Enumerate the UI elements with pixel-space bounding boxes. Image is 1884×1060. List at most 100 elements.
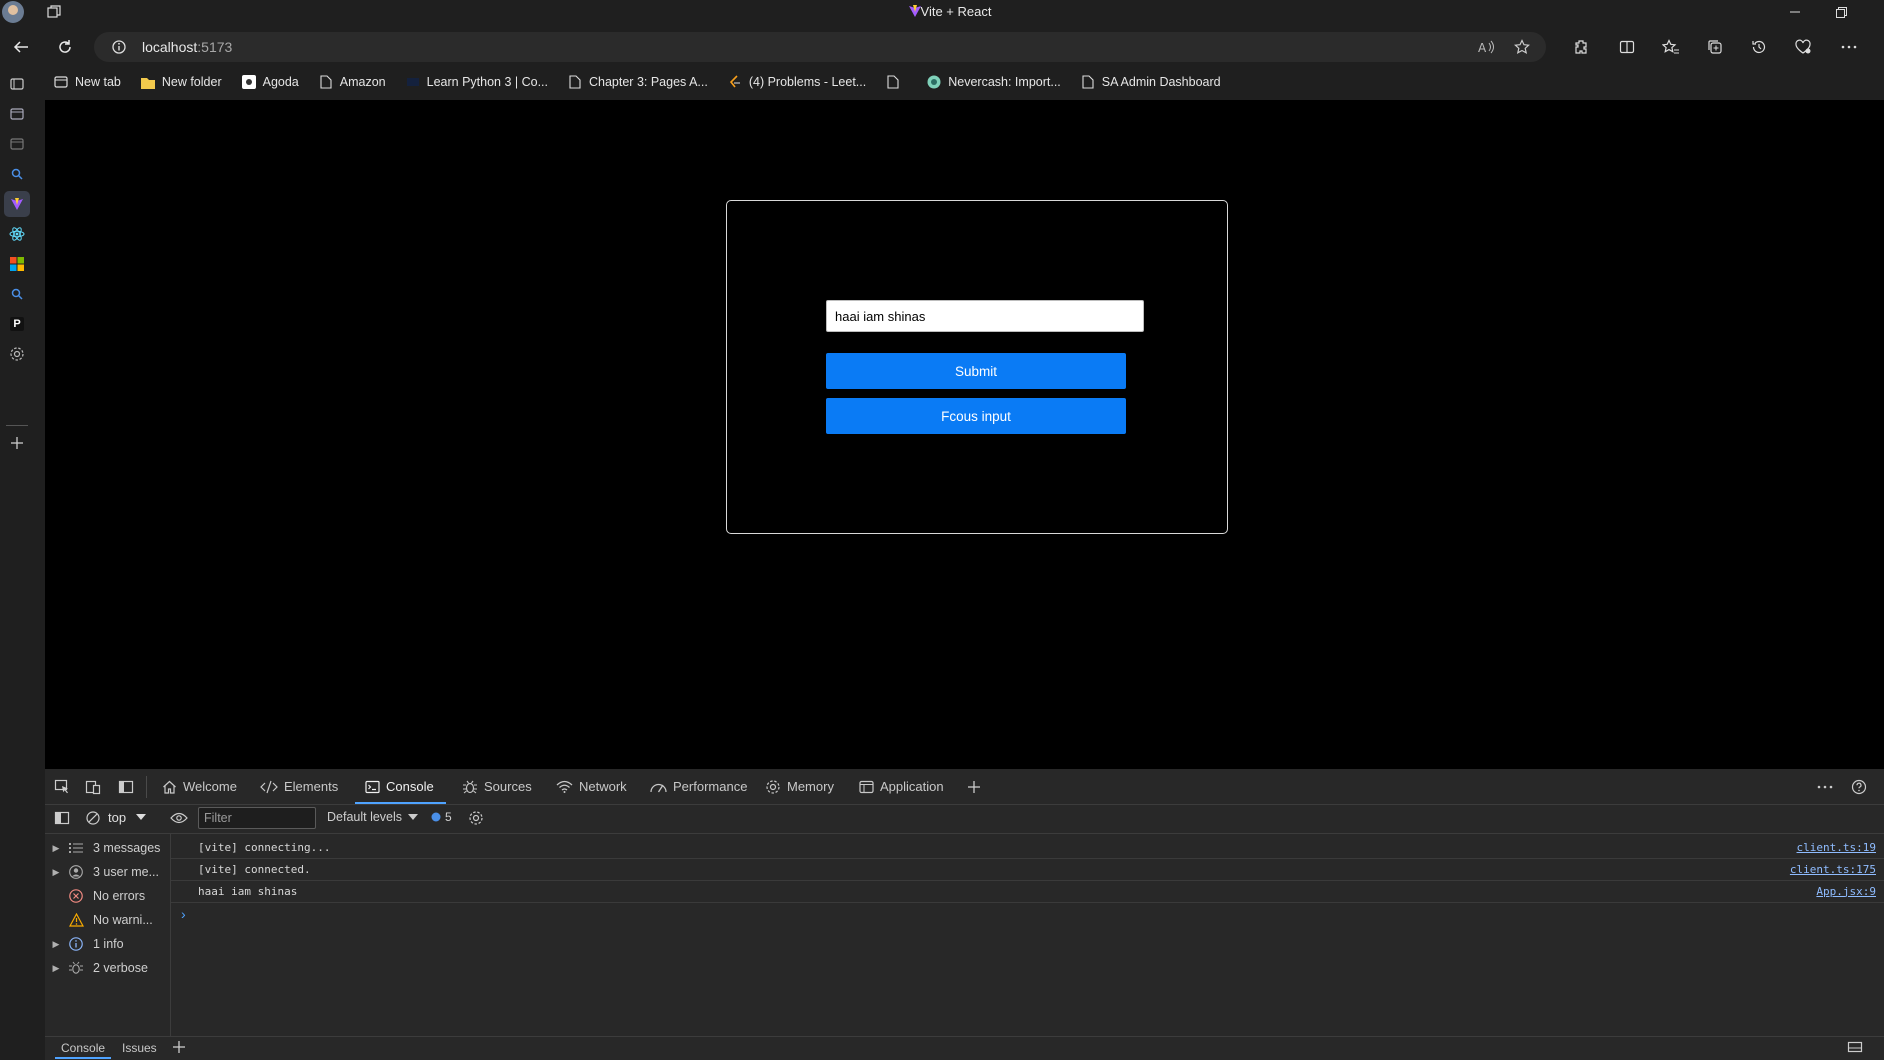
bookmark-label: Chapter 3: Pages A... xyxy=(589,75,708,89)
sidebar-tab-2-icon[interactable] xyxy=(4,131,30,157)
bookmarks-bar: New tab New folder Agoda Amazon Learn Python… xyxy=(44,70,1229,94)
bookmark-item[interactable]: Nevercash: Import... xyxy=(917,71,1069,93)
expand-arrow-icon: ▶ xyxy=(52,842,60,853)
devtools-tab-console[interactable]: Console xyxy=(355,769,446,804)
text-input[interactable] xyxy=(826,300,1144,332)
performance-icon xyxy=(650,780,667,794)
bookmark-item[interactable]: Agoda xyxy=(232,71,307,93)
devtools-tab-memory[interactable]: Memory xyxy=(765,769,834,804)
devtools-tab-label: Welcome xyxy=(183,779,237,794)
drawer-tab-issues[interactable]: Issues xyxy=(122,1036,157,1059)
bookmark-label: Amazon xyxy=(339,75,386,89)
console-filter-item[interactable]: No errors xyxy=(45,884,170,908)
focus-input-button[interactable]: Fcous input xyxy=(826,398,1126,434)
console-filter-item[interactable]: No warni... xyxy=(45,908,170,932)
read-aloud-icon[interactable]: A xyxy=(1478,39,1496,55)
devtools-tab-performance[interactable]: Performance xyxy=(650,769,747,804)
help-icon[interactable] xyxy=(1846,774,1872,800)
refresh-button[interactable] xyxy=(50,32,80,62)
issues-counter[interactable]: 5 xyxy=(431,806,452,828)
bookmark-item[interactable]: (4) Problems - Leet... xyxy=(718,71,874,93)
console-settings-gear-icon[interactable] xyxy=(463,805,489,831)
chevron-down-icon xyxy=(136,813,147,821)
console-filter-item[interactable]: ▶ 2 verbose xyxy=(45,956,170,980)
bookmark-item[interactable]: Amazon xyxy=(309,71,394,93)
submit-button[interactable]: Submit xyxy=(826,353,1126,389)
console-prompt[interactable]: › xyxy=(181,906,186,922)
sidebar-p-icon[interactable]: P xyxy=(4,311,30,337)
collections-icon[interactable] xyxy=(1700,32,1730,62)
log-source-link[interactable]: client.ts:19 xyxy=(1797,841,1876,854)
split-screen-icon[interactable] xyxy=(1612,32,1642,62)
log-message: haai iam shinas xyxy=(198,884,298,898)
sidebar-react-icon[interactable] xyxy=(4,221,30,247)
performance-heart-icon[interactable] xyxy=(1788,32,1818,62)
sidebar-divider xyxy=(6,425,28,426)
bookmark-label: SA Admin Dashboard xyxy=(1101,75,1221,89)
bookmark-item[interactable] xyxy=(876,71,915,93)
history-icon[interactable] xyxy=(1744,32,1774,62)
expand-arrow-icon: ▶ xyxy=(52,866,60,877)
site-info-icon[interactable] xyxy=(112,40,126,54)
log-levels-dropdown[interactable]: Default levels xyxy=(327,806,419,828)
extensions-icon[interactable] xyxy=(1566,32,1596,62)
sidebar-add-icon[interactable] xyxy=(4,430,30,456)
bookmark-item[interactable]: Learn Python 3 | Co... xyxy=(396,71,556,93)
favorite-star-icon[interactable] xyxy=(1514,39,1530,55)
restore-button[interactable] xyxy=(1818,0,1864,24)
issues-count: 5 xyxy=(445,810,452,824)
console-filter-item[interactable]: ▶ 3 user me... xyxy=(45,860,170,884)
sidebar-tab-1-icon[interactable] xyxy=(4,101,30,127)
address-bar[interactable]: localhost:5173 A xyxy=(94,32,1546,62)
sidebar-microsoft-icon[interactable] xyxy=(4,251,30,277)
sidebar-settings-icon[interactable] xyxy=(4,341,30,367)
sidebar-search-icon[interactable] xyxy=(4,161,30,187)
more-tools-add-icon[interactable] xyxy=(961,774,987,800)
drawer-dock-icon[interactable] xyxy=(1842,1034,1868,1060)
back-button[interactable] xyxy=(6,32,36,62)
more-options-icon[interactable] xyxy=(1834,32,1864,62)
dock-side-icon[interactable] xyxy=(113,774,139,800)
console-filter-label: No errors xyxy=(93,889,146,903)
devtools-tab-label: Console xyxy=(386,779,434,794)
devtools-tab-network[interactable]: Network xyxy=(556,769,627,804)
tab-divider xyxy=(146,776,147,798)
minimize-button[interactable] xyxy=(1772,0,1818,24)
devtools-tab-elements[interactable]: Elements xyxy=(260,769,338,804)
devtools-tab-welcome[interactable]: Welcome xyxy=(162,769,237,804)
drawer-add-tab-icon[interactable] xyxy=(166,1034,192,1060)
console-sidebar-toggle-icon[interactable] xyxy=(49,805,75,831)
log-source-link[interactable]: client.ts:175 xyxy=(1790,863,1876,876)
log-message: [vite] connected. xyxy=(198,862,311,876)
expand-arrow-icon: ▶ xyxy=(52,938,60,949)
console-filter-item[interactable]: ▶ 3 messages xyxy=(45,836,170,860)
bookmark-item[interactable]: New folder xyxy=(131,71,230,93)
devtools-more-icon[interactable] xyxy=(1812,774,1838,800)
verbose-icon xyxy=(67,960,85,976)
clear-console-icon[interactable] xyxy=(80,805,106,831)
drawer-tab-console[interactable]: Console xyxy=(54,1036,112,1059)
bookmark-item[interactable]: SA Admin Dashboard xyxy=(1071,71,1229,93)
bookmark-item[interactable]: New tab xyxy=(44,71,129,93)
devtools-tab-sources[interactable]: Sources xyxy=(462,769,532,804)
leetcode-icon xyxy=(728,75,742,89)
tab-actions-icon[interactable] xyxy=(4,71,30,97)
device-emulation-icon[interactable] xyxy=(80,774,106,800)
console-filter-item[interactable]: ▶ 1 info xyxy=(45,932,170,956)
page-icon xyxy=(1081,75,1095,89)
inspect-element-icon[interactable] xyxy=(49,774,75,800)
title-bar: Vite + React xyxy=(0,0,1884,24)
devtools-tab-application[interactable]: Application xyxy=(859,769,944,804)
console-filter-input[interactable] xyxy=(198,807,316,829)
favorites-icon[interactable] xyxy=(1656,32,1686,62)
bookmark-item[interactable]: Chapter 3: Pages A... xyxy=(558,71,716,93)
context-selector[interactable]: top xyxy=(108,806,158,828)
svg-text:A: A xyxy=(1478,41,1487,55)
chevron-down-icon xyxy=(408,813,419,821)
sidebar-vite-tab-icon[interactable] xyxy=(4,191,30,217)
page-icon xyxy=(319,75,333,89)
memory-icon xyxy=(765,779,781,795)
sidebar-search-2-icon[interactable] xyxy=(4,281,30,307)
log-source-link[interactable]: App.jsx:9 xyxy=(1816,885,1876,898)
live-expression-eye-icon[interactable] xyxy=(166,805,192,831)
